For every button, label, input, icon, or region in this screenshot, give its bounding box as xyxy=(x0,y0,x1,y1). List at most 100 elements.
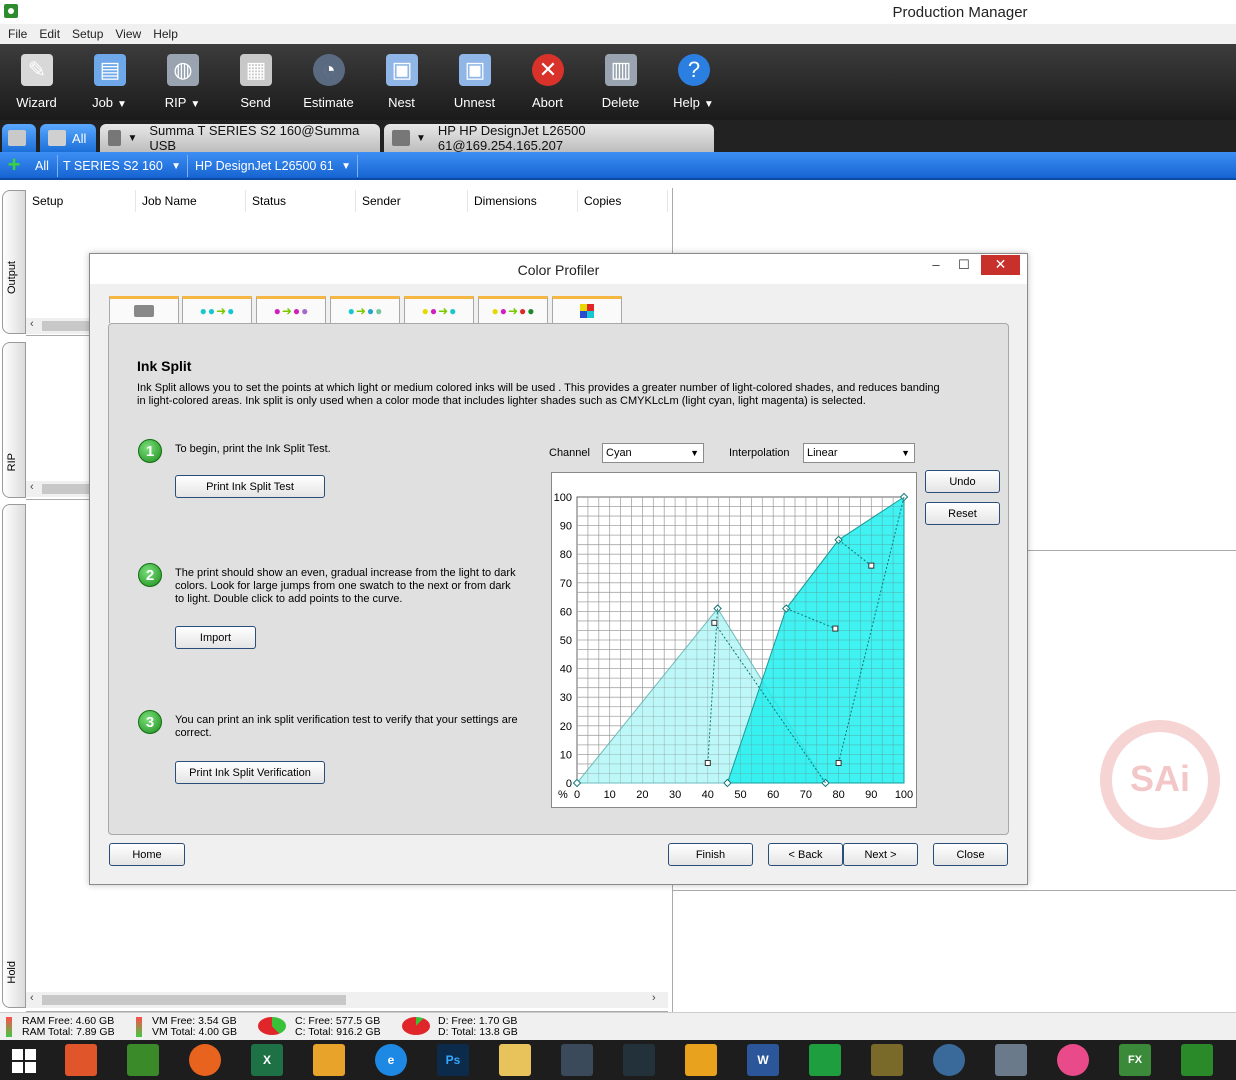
toolbar-help-button[interactable]: ? Help ▼ xyxy=(657,44,730,120)
store-icon[interactable] xyxy=(809,1044,841,1076)
toolbar-nest-button[interactable]: ▣ Nest xyxy=(365,44,438,120)
filter-all[interactable]: All xyxy=(30,155,58,177)
import-button[interactable]: Import xyxy=(175,626,256,649)
ink-split-chart[interactable]: 0 10 20 30 40 50 60 70 80 90 100010203040506070809… xyxy=(552,473,916,807)
interpolation-select[interactable]: Linear ▼ xyxy=(803,443,915,463)
chevron-down-icon: ▼ xyxy=(171,160,181,172)
chevron-down-icon: ▼ xyxy=(415,132,426,144)
toolbar-abort-button[interactable]: ✕ Abort xyxy=(511,44,584,120)
production-manager-icon[interactable] xyxy=(1181,1044,1213,1076)
y-tick-label: 20 xyxy=(560,721,572,733)
scroll-left-icon[interactable]: ‹ xyxy=(30,992,34,1004)
menu-view[interactable]: View xyxy=(115,27,141,41)
col-copies[interactable]: Copies xyxy=(578,190,668,212)
undo-button[interactable]: Undo xyxy=(925,470,1000,493)
chevron-down-icon[interactable]: ▼ xyxy=(190,99,200,110)
start-button-icon[interactable] xyxy=(12,1049,36,1073)
x-tick-label: 0 xyxy=(574,789,580,801)
tab-printer-settings[interactable] xyxy=(109,296,179,323)
maximize-icon[interactable]: ☐ xyxy=(950,256,978,276)
menu-file[interactable]: File xyxy=(8,27,27,41)
chrome-app-icon[interactable] xyxy=(313,1044,345,1076)
flexi-app-icon[interactable] xyxy=(561,1044,593,1076)
hold-hscrollbar[interactable]: ‹ › xyxy=(26,992,668,1008)
droplet-app-icon[interactable] xyxy=(933,1044,965,1076)
ink-split-curve-graph[interactable]: 0 10 20 30 40 50 60 70 80 90 100 0 10 20 30 40 50 60 70 80 9… xyxy=(551,472,917,808)
excel-icon[interactable]: X xyxy=(251,1044,283,1076)
y-tick-label: 50 xyxy=(560,635,572,647)
chevron-down-icon[interactable]: ▼ xyxy=(117,99,127,110)
tab-add-printer[interactable] xyxy=(2,124,36,152)
scroll-thumb[interactable] xyxy=(42,995,346,1005)
internet-explorer-icon[interactable]: e xyxy=(375,1044,407,1076)
tab-magenta-ink-split[interactable]: ● ➜ ● ● xyxy=(256,296,326,323)
col-status[interactable]: Status xyxy=(246,190,356,212)
toolbar-estimate-button[interactable]: ◔ Estimate xyxy=(292,44,365,120)
tab-multi-ink-split[interactable]: ● ➜ ● ● xyxy=(330,296,400,323)
col-sender[interactable]: Sender xyxy=(356,190,468,212)
firefox-icon[interactable] xyxy=(189,1044,221,1076)
photoshop-icon[interactable]: Ps xyxy=(437,1044,469,1076)
tab-cyan-ink-split[interactable]: ● ● ➜ ● xyxy=(182,296,252,323)
tab-summa-printer[interactable]: ▼ Summa T SERIES S2 160@Summa USB xyxy=(100,123,380,153)
close-icon[interactable]: ✕ xyxy=(981,255,1020,275)
channel-select[interactable]: Cyan ▼ xyxy=(602,443,704,463)
tab-color-grid[interactable] xyxy=(552,296,622,323)
menu-setup[interactable]: Setup xyxy=(72,27,103,41)
side-tab-output[interactable]: Output xyxy=(2,190,26,334)
media-player-icon[interactable] xyxy=(623,1044,655,1076)
menu-edit[interactable]: Edit xyxy=(39,27,60,41)
home-button[interactable]: Home xyxy=(109,843,185,866)
finish-button[interactable]: Finish xyxy=(668,843,753,866)
scroll-thumb[interactable] xyxy=(42,484,94,494)
toolbar-unnest-button[interactable]: ▣ Unnest xyxy=(438,44,511,120)
toolbar-job-button[interactable]: ▤ Job ▼ xyxy=(73,44,146,120)
reset-button[interactable]: Reset xyxy=(925,502,1000,525)
fx-app-icon[interactable]: FX xyxy=(1119,1044,1151,1076)
word-icon[interactable]: W xyxy=(747,1044,779,1076)
tab-all-printers[interactable]: All xyxy=(40,124,96,152)
menu-help[interactable]: Help xyxy=(153,27,178,41)
pin-app-icon[interactable] xyxy=(871,1044,903,1076)
close-button[interactable]: Close xyxy=(933,843,1008,866)
chevron-down-icon: ▼ xyxy=(341,160,351,172)
toolbar-rip-button[interactable]: ◍ RIP ▼ xyxy=(146,44,219,120)
status-bar: RAM Free: 4.60 GB RAM Total: 7.89 GB VM … xyxy=(0,1012,1236,1040)
toolbar-label-text: Send xyxy=(240,95,271,110)
chevron-down-icon[interactable]: ▼ xyxy=(704,99,714,110)
add-icon[interactable]: + xyxy=(4,154,24,176)
leaf-app-icon[interactable] xyxy=(127,1044,159,1076)
cyan-drop-icon: ● xyxy=(449,304,457,318)
step-2-text: The print should show an even, gradual i… xyxy=(175,567,516,605)
file-explorer-icon[interactable] xyxy=(499,1044,531,1076)
calculator-icon[interactable] xyxy=(995,1044,1027,1076)
scroll-right-icon[interactable]: › xyxy=(652,992,656,1004)
scroll-thumb[interactable] xyxy=(42,321,94,331)
print-ink-split-verification-button[interactable]: Print Ink Split Verification xyxy=(175,761,325,784)
filter-summa[interactable]: T SERIES S2 160 ▼ xyxy=(58,155,188,177)
print-ink-split-test-button[interactable]: Print Ink Split Test xyxy=(175,475,325,498)
filter-hp[interactable]: HP DesignJet L26500 61 ▼ xyxy=(190,155,358,177)
col-job-name[interactable]: Job Name xyxy=(136,190,246,212)
col-setup[interactable]: Setup xyxy=(26,190,136,212)
toolbar-send-button[interactable]: ▦ Send xyxy=(219,44,292,120)
col-dimensions[interactable]: Dimensions xyxy=(468,190,578,212)
tab-cmy-ink-split[interactable]: ● ● ➜ ● xyxy=(404,296,474,323)
ram-status: RAM Free: 4.60 GB RAM Total: 7.89 GB xyxy=(6,1016,115,1038)
toolbar-label-text: Delete xyxy=(601,95,640,110)
outlook-icon[interactable] xyxy=(685,1044,717,1076)
tab-cmyk-ink-split[interactable]: ● ● ➜ ● ● xyxy=(478,296,548,323)
step-3-text: You can print an ink split verification … xyxy=(175,714,518,739)
scroll-left-icon[interactable]: ‹ xyxy=(30,481,34,493)
toolbar-delete-button[interactable]: ▥ Delete xyxy=(584,44,657,120)
back-button[interactable]: < Back xyxy=(768,843,843,866)
minimize-icon[interactable]: – xyxy=(922,256,950,276)
toolbar-wizard-button[interactable]: ✎ Wizard xyxy=(0,44,73,120)
next-button[interactable]: Next > xyxy=(843,843,918,866)
itunes-icon[interactable] xyxy=(1057,1044,1089,1076)
scroll-left-icon[interactable]: ‹ xyxy=(30,318,34,330)
side-tab-rip[interactable]: RIP xyxy=(2,342,26,498)
tab-hp-printer[interactable]: ▼ HP HP DesignJet L26500 61@169.254.165.… xyxy=(384,123,714,153)
side-tab-hold[interactable]: Hold xyxy=(2,504,26,1008)
audio-app-icon[interactable] xyxy=(65,1044,97,1076)
